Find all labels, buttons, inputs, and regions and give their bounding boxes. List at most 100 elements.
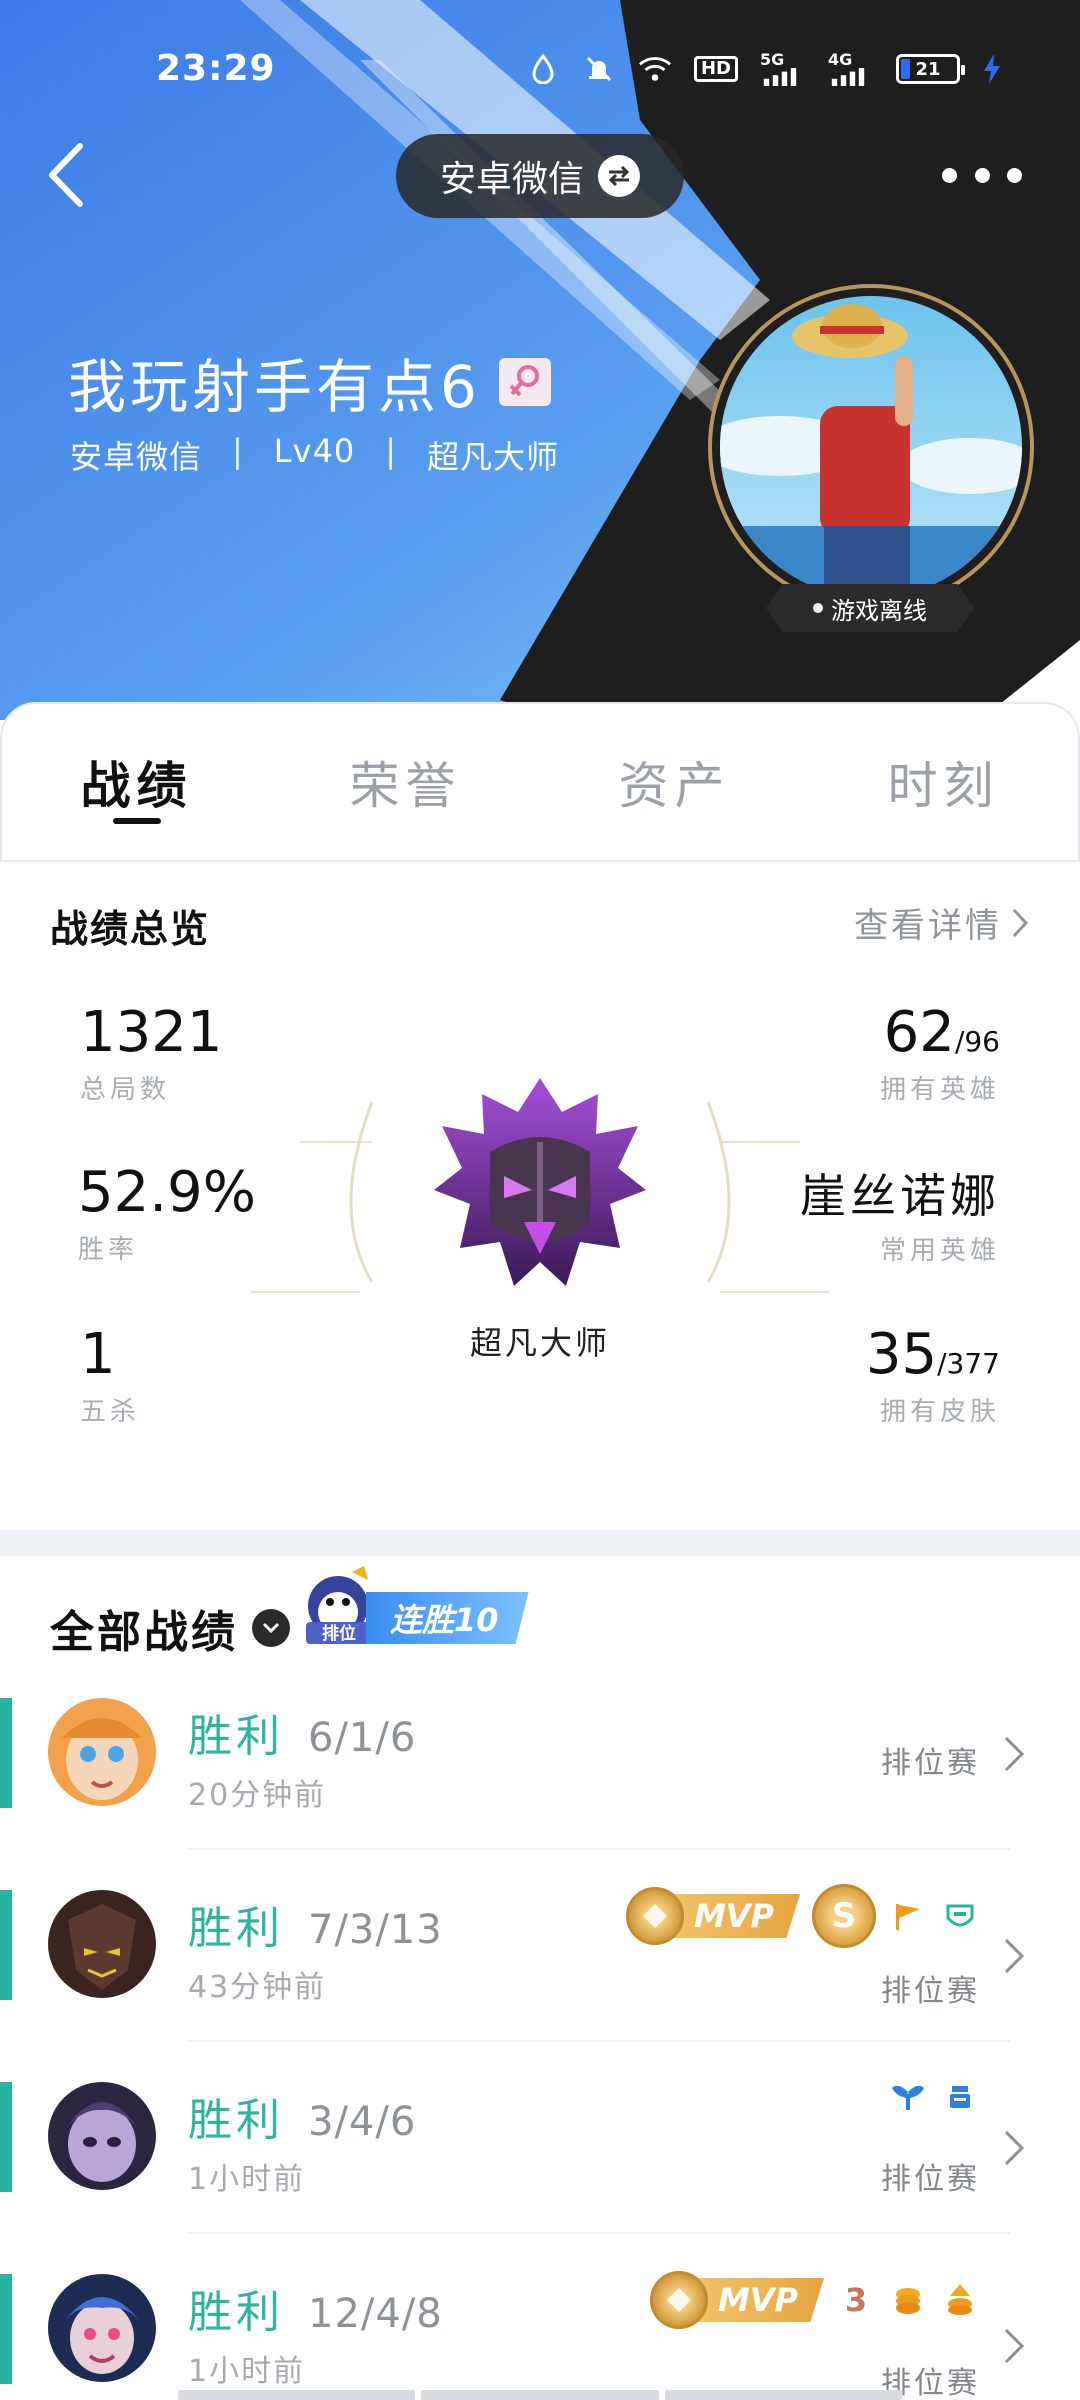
indicator-segment — [664, 2390, 902, 2400]
streak-text: 连胜10 — [366, 1592, 529, 1644]
result-label: 胜利 — [188, 2287, 284, 2338]
chevron-right-icon — [1004, 2130, 1025, 2166]
owned-skins-total: /377 — [937, 1347, 1000, 1380]
mvp-coin-icon — [649, 2271, 708, 2329]
common-hero-label: 常用英雄 — [879, 1236, 1000, 1266]
wings-icon — [888, 2078, 928, 2118]
row-divider — [188, 1848, 1010, 1850]
match-row[interactable]: 胜利 12/4/8 1小时前 MVP 3 排位赛 — [0, 2271, 1080, 2400]
row-divider — [188, 2040, 1010, 2042]
match-time: 20分钟前 — [188, 1778, 327, 1813]
match-mode: 排位赛 — [881, 1746, 980, 1781]
battery-icon: 21 — [896, 54, 965, 84]
swap-icon — [598, 155, 640, 197]
stat-win-rate: 52.9% 胜率 — [78, 1160, 256, 1266]
player-meta: 安卓微信 | Lv40 | 超凡大师 — [70, 432, 559, 478]
account-switch-button[interactable]: 安卓微信 — [396, 134, 684, 218]
stat-pentakills: 1 五杀 — [80, 1322, 140, 1428]
tab-assets[interactable]: 资产 — [540, 704, 809, 860]
indicator-segment — [178, 2390, 416, 2400]
meta-platform: 安卓微信 — [70, 438, 203, 476]
hd-indicator: HD — [693, 56, 738, 82]
match-time: 1小时前 — [188, 2162, 306, 2197]
win-accent-bar — [0, 1890, 12, 2000]
battery-level: 21 — [915, 58, 941, 80]
bottom-scroll-indicator — [178, 2390, 902, 2400]
stat-total-matches: 1321 总局数 — [80, 1000, 223, 1106]
wifi-icon — [638, 52, 672, 86]
chevron-right-icon — [1004, 2328, 1025, 2364]
hero-avatar — [48, 1698, 156, 1806]
pentakills-value: 1 — [80, 1322, 116, 1387]
player-name: 我玩射手有点6 — [68, 340, 551, 424]
chevron-right-icon — [1004, 1736, 1025, 1772]
hero-avatar — [48, 2082, 156, 2190]
match-result: 胜利 7/3/13 — [188, 1892, 443, 1956]
match-time: 1小时前 — [188, 2354, 306, 2389]
indicator-segment — [421, 2390, 659, 2400]
view-details-label: 查看详情 — [854, 906, 1002, 946]
all-records-title: 全部战绩 — [50, 1607, 238, 1658]
status-time: 23:29 — [156, 48, 276, 89]
chevron-down-icon — [252, 1609, 290, 1647]
match-row[interactable]: 胜利 7/3/13 43分钟前 MVP S 排位赛 — [0, 1884, 1080, 2082]
tab-honors[interactable]: 荣誉 — [271, 704, 540, 860]
match-result: 胜利 6/1/6 — [188, 1700, 416, 1764]
chevron-right-icon — [1004, 1938, 1025, 1974]
dot-icon — [942, 167, 957, 183]
win-rate-label: 胜率 — [78, 1235, 139, 1265]
win-streak-badge: 排位 连胜10 — [302, 1566, 529, 1646]
signal-5g-label: 5G — [760, 50, 785, 69]
win-accent-bar — [0, 2082, 12, 2192]
coins-icon — [888, 2280, 928, 2320]
shield-icon — [940, 1896, 980, 1936]
kda-value: 6/1/6 — [308, 1715, 417, 1761]
owned-heroes-label: 拥有英雄 — [879, 1075, 1000, 1105]
mvp-label: MVP — [687, 2278, 824, 2322]
more-options-button[interactable] — [942, 160, 1022, 190]
meta-separator: | — [385, 432, 398, 470]
tab-moments[interactable]: 时刻 — [809, 704, 1078, 860]
match-row[interactable]: 胜利 6/1/6 20分钟前 排位赛 — [0, 1698, 1080, 1890]
win-accent-bar — [0, 2274, 12, 2384]
status-dot — [813, 603, 823, 613]
dot-icon — [974, 167, 990, 183]
overview-title: 战绩总览 — [50, 907, 211, 951]
pentakills-label: 五杀 — [80, 1397, 141, 1427]
trophy-icon — [940, 2078, 980, 2118]
match-result: 胜利 3/4/6 — [188, 2084, 416, 2148]
mvp-label: MVP — [663, 1894, 800, 1938]
match-result: 胜利 12/4/8 — [188, 2276, 443, 2340]
owned-heroes-total: /96 — [954, 1025, 1000, 1058]
win-accent-bar — [0, 1698, 12, 1808]
common-hero-value: 崖丝诺娜 — [800, 1169, 1000, 1223]
total-matches-label: 总局数 — [80, 1075, 171, 1105]
result-label: 胜利 — [188, 1903, 284, 1954]
all-records-header[interactable]: 全部战绩 — [50, 1596, 290, 1660]
profile-tabs: 战绩 荣誉 资产 时刻 — [0, 702, 1080, 862]
game-status-text: 游戏离线 — [831, 596, 927, 625]
avatar-image — [720, 296, 1022, 598]
owned-skins-label: 拥有皮肤 — [879, 1397, 1000, 1427]
stat-owned-skins: 35/377 拥有皮肤 — [866, 1322, 1000, 1428]
player-avatar[interactable] — [708, 284, 1034, 610]
mvp-coin-icon — [625, 1887, 684, 1945]
bell-muted-icon — [582, 52, 616, 86]
back-button[interactable] — [40, 140, 100, 210]
match-badges: MVP S — [625, 1884, 980, 1948]
signal-4g-icon: 4G — [828, 52, 874, 86]
flag-icon — [888, 1896, 928, 1936]
chevron-left-icon — [49, 143, 83, 207]
tab-records[interactable]: 战绩 — [2, 704, 271, 860]
owned-skins-value: 35 — [865, 1322, 938, 1387]
match-row[interactable]: 胜利 3/4/6 1小时前 排位赛 — [0, 2082, 1080, 2274]
rank-emblem-icon[interactable] — [420, 1072, 660, 1312]
hero-avatar — [48, 2274, 156, 2382]
stat-common-hero: 崖丝诺娜 常用英雄 — [800, 1160, 1000, 1267]
game-status-badge: 游戏离线 — [766, 584, 974, 632]
view-details-link[interactable]: 查看详情 — [854, 898, 1030, 947]
female-gender-icon — [498, 358, 551, 406]
signal-5g-icon: 5G — [760, 52, 806, 86]
meta-rank: 超凡大师 — [427, 438, 560, 476]
meta-level: Lv40 — [273, 432, 356, 470]
